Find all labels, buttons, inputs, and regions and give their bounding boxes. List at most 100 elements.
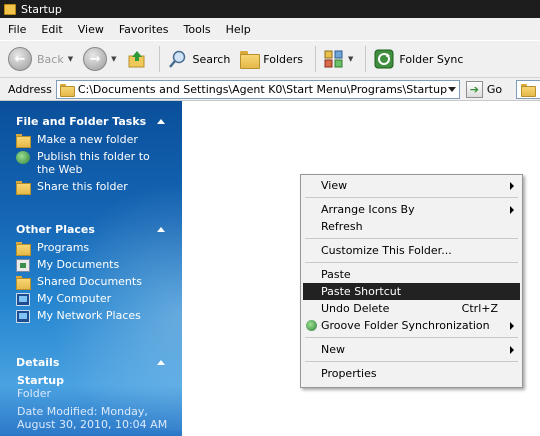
place-label: Shared Documents: [37, 275, 142, 288]
task-label: Share this folder: [37, 180, 128, 193]
menu-item-new[interactable]: New: [303, 341, 520, 358]
folder-sync-icon: [374, 49, 394, 69]
menu-bar: File Edit View Favorites Tools Help: [0, 18, 540, 40]
menu-item-customize-folder[interactable]: Customize This Folder...: [303, 242, 520, 259]
menu-item-arrange-icons[interactable]: Arrange Icons By: [303, 201, 520, 218]
menu-item-label: Paste Shortcut: [321, 285, 402, 298]
network-icon: [16, 310, 30, 323]
menu-separator: [305, 238, 518, 239]
share-folder-link[interactable]: Share this folder: [0, 180, 182, 195]
menu-item-label: Paste: [321, 268, 351, 281]
context-menu: View Arrange Icons By Refresh Customize …: [300, 174, 523, 388]
menu-item-label: Properties: [321, 367, 377, 380]
collapse-icon[interactable]: [157, 226, 165, 232]
menu-help[interactable]: Help: [226, 23, 251, 36]
share-folder-icon: [16, 181, 31, 195]
menu-item-label: View: [321, 179, 348, 192]
chevron-down-icon[interactable]: ▼: [68, 55, 73, 63]
forward-arrow-icon: →: [83, 47, 108, 71]
menu-separator: [305, 262, 518, 263]
task-pane: File and Folder Tasks Make a new folder …: [0, 101, 182, 436]
collapse-icon[interactable]: [157, 359, 165, 365]
folder-icon: [4, 3, 16, 15]
links-bar[interactable]: [516, 80, 540, 99]
address-field[interactable]: C:\Documents and Settings\Agent K0\Start…: [55, 79, 460, 99]
title-bar: Startup: [0, 0, 540, 18]
menu-item-label: Arrange Icons By: [321, 203, 415, 216]
chevron-down-icon[interactable]: ▼: [348, 55, 353, 63]
other-places-header[interactable]: Other Places: [0, 217, 182, 241]
chevron-down-icon[interactable]: [447, 86, 456, 92]
menu-edit[interactable]: Edit: [41, 23, 62, 36]
submenu-arrow-icon: [510, 182, 514, 190]
menu-item-refresh[interactable]: Refresh: [303, 218, 520, 235]
address-path: C:\Documents and Settings\Agent K0\Start…: [77, 82, 448, 96]
menu-view[interactable]: View: [78, 23, 104, 36]
collapse-icon[interactable]: [157, 118, 165, 124]
task-label: Make a new folder: [37, 133, 138, 146]
publish-folder-link[interactable]: Publish this folder to the Web: [0, 150, 182, 176]
details-header[interactable]: Details: [0, 350, 182, 374]
folders-button[interactable]: Folders: [240, 51, 304, 69]
folder-sync-label: Folder Sync: [399, 52, 464, 66]
go-button[interactable]: ➔ Go: [465, 80, 503, 98]
menu-item-paste-shortcut[interactable]: Paste Shortcut: [303, 283, 520, 300]
menu-file[interactable]: File: [8, 23, 26, 36]
folder-icon: [521, 84, 536, 97]
make-new-folder-link[interactable]: Make a new folder: [0, 133, 182, 148]
file-folder-tasks-header[interactable]: File and Folder Tasks: [0, 109, 182, 133]
forward-button[interactable]: → ▼: [83, 47, 117, 71]
menu-item-properties[interactable]: Properties: [303, 365, 520, 382]
folder-icon: [16, 242, 31, 256]
back-button[interactable]: ← Back ▼: [8, 47, 73, 71]
menu-item-paste[interactable]: Paste: [303, 266, 520, 283]
views-button[interactable]: ▼: [324, 50, 353, 68]
chevron-down-icon[interactable]: ▼: [111, 55, 116, 63]
computer-icon: [16, 293, 30, 306]
menu-item-view[interactable]: View: [303, 177, 520, 194]
menu-item-label: Groove Folder Synchronization: [321, 319, 490, 332]
folders-label: Folders: [263, 52, 304, 66]
window-title: Startup: [21, 2, 62, 16]
address-label: Address: [8, 82, 52, 96]
submenu-arrow-icon: [510, 206, 514, 214]
submenu-arrow-icon: [510, 346, 514, 354]
up-button[interactable]: [127, 49, 147, 69]
section-title: File and Folder Tasks: [16, 114, 147, 128]
toolbar: ← Back ▼ → ▼ Search Folders ▼ Folder Syn…: [0, 40, 540, 78]
menu-item-label: Refresh: [321, 220, 363, 233]
menu-separator: [305, 197, 518, 198]
new-folder-icon: [16, 134, 31, 148]
folder-up-icon: [128, 51, 144, 68]
details-section: Details Startup Folder Date Modified: Mo…: [0, 350, 182, 432]
section-title: Other Places: [16, 222, 95, 236]
menu-item-label: New: [321, 343, 345, 356]
place-label: My Documents: [37, 258, 120, 271]
place-shared-documents[interactable]: Shared Documents: [0, 275, 182, 290]
place-label: My Network Places: [37, 309, 141, 322]
address-bar: Address C:\Documents and Settings\Agent …: [0, 78, 540, 101]
go-label: Go: [486, 82, 503, 96]
go-arrow-icon: ➔: [465, 80, 483, 98]
menu-item-undo-delete[interactable]: Undo Delete Ctrl+Z: [303, 300, 520, 317]
search-label: Search: [192, 52, 231, 66]
documents-icon: [16, 259, 30, 272]
menu-item-groove-sync[interactable]: Groove Folder Synchronization: [303, 317, 520, 334]
folder-icon: [16, 276, 31, 290]
menu-favorites[interactable]: Favorites: [119, 23, 169, 36]
toolbar-divider: [158, 46, 160, 72]
search-button[interactable]: Search: [168, 49, 231, 69]
place-my-documents[interactable]: My Documents: [0, 258, 182, 272]
details-modified: Date Modified: Monday, August 30, 2010, …: [17, 405, 168, 431]
folder-icon: [59, 83, 75, 97]
menu-tools[interactable]: Tools: [184, 23, 211, 36]
details-name: Startup: [17, 374, 64, 387]
file-folder-tasks-section: File and Folder Tasks Make a new folder …: [0, 109, 182, 197]
menu-item-label: Undo Delete: [321, 302, 390, 315]
place-my-network-places[interactable]: My Network Places: [0, 309, 182, 323]
place-programs[interactable]: Programs: [0, 241, 182, 256]
folder-sync-button[interactable]: Folder Sync: [374, 49, 463, 69]
place-my-computer[interactable]: My Computer: [0, 292, 182, 306]
folder-icon: [240, 51, 261, 69]
place-label: Programs: [37, 241, 90, 254]
